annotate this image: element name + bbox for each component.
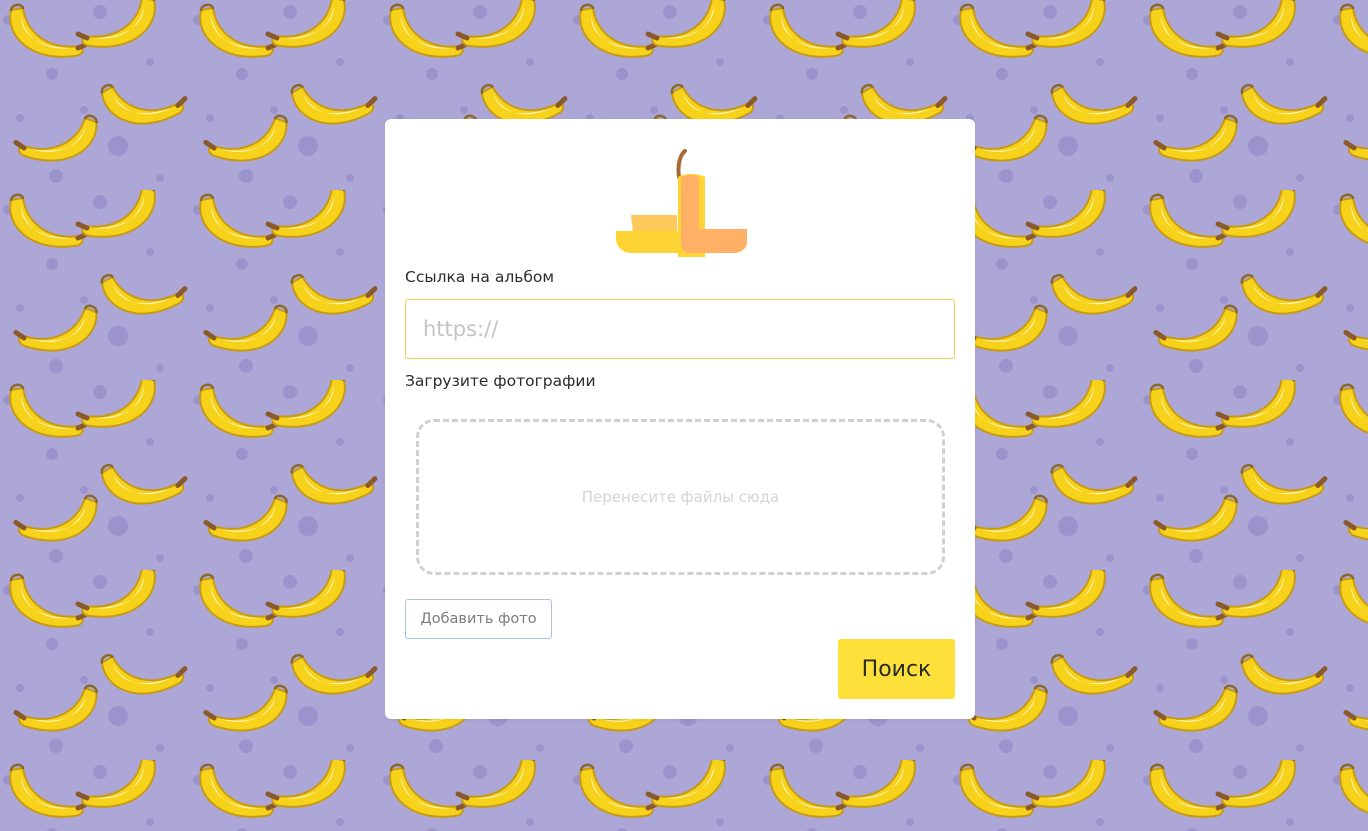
banana-peel-logo: [616, 149, 747, 257]
upload-photos-label: Загрузите фотографии: [405, 372, 596, 390]
album-url-input[interactable]: [405, 299, 955, 359]
dropzone-hint: Перенесите файлы сюда: [581, 488, 780, 506]
search-button[interactable]: Поиск: [838, 639, 955, 699]
file-dropzone[interactable]: Перенесите файлы сюда: [416, 419, 945, 575]
search-card: Ссылка на альбом Загрузите фотографии Пе…: [385, 119, 975, 719]
album-link-label: Ссылка на альбом: [405, 268, 555, 286]
add-photo-button[interactable]: Добавить фото: [405, 599, 552, 639]
